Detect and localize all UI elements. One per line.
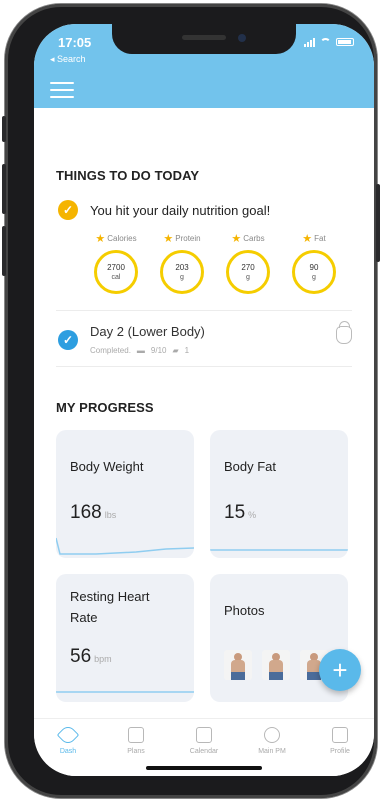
add-button[interactable]: + <box>319 649 361 691</box>
progress-photo-thumbnail[interactable] <box>262 650 290 680</box>
macro-unit: g <box>246 273 250 281</box>
power-button <box>376 184 380 262</box>
card-title: Body Fat <box>224 459 277 474</box>
macro-unit: g <box>312 273 316 281</box>
card-value-unit: lbs <box>104 510 117 520</box>
tab-profile[interactable]: Profile <box>311 719 369 776</box>
macro-ring: 203 g <box>160 250 204 294</box>
app-screen: 17:05 ◂ Search THINGS TO DO TODAY ✓ You … <box>34 24 374 776</box>
macro-ring: 90 g <box>292 250 336 294</box>
workout-comments: 1 <box>184 346 190 355</box>
menu-icon[interactable] <box>50 82 74 98</box>
nutrition-goal-message: You hit your daily nutrition goal! <box>90 203 271 218</box>
macro-value: 2700 <box>107 262 125 272</box>
tab-label: Calendar <box>189 748 219 755</box>
volume-down-button <box>2 226 6 276</box>
home-indicator <box>146 766 262 770</box>
kettlebell-icon <box>336 321 352 344</box>
card-title: Resting Heart Rate <box>70 589 150 625</box>
macro-unit: g <box>180 273 184 281</box>
resting-heart-rate-card[interactable]: Resting Heart Rate 56 bpm <box>56 574 194 702</box>
notch <box>112 24 296 54</box>
card-value: 56 bpm <box>70 646 112 668</box>
battery-icon <box>336 38 354 46</box>
workout-check-icon: ✓ <box>58 330 78 350</box>
dumbbell-icon: ▬ <box>136 346 145 355</box>
tab-label: Profile <box>330 748 350 755</box>
weight-trend-line <box>56 537 194 555</box>
calendar-icon <box>196 727 212 743</box>
card-value-unit: bpm <box>94 654 112 664</box>
goal-check-icon: ✓ <box>58 200 78 220</box>
macro-protein[interactable]: ★ Protein 203 g <box>156 232 208 294</box>
status-time: 17:05 <box>58 35 92 50</box>
progress-photos <box>224 650 328 680</box>
speaker-grille <box>182 35 226 40</box>
profile-icon <box>332 727 348 743</box>
status-icons <box>304 37 354 47</box>
macro-value: 90 <box>309 262 319 272</box>
macro-carbs[interactable]: ★ Carbs 270 g <box>222 232 274 294</box>
star-icon: ★ <box>95 233 106 245</box>
chat-icon <box>264 727 280 743</box>
card-value-number: 15 <box>224 502 246 523</box>
divider <box>56 310 352 311</box>
macro-label: Calories <box>107 234 137 243</box>
macro-unit: cal <box>111 273 121 281</box>
star-icon: ★ <box>302 233 313 245</box>
macro-ring: 270 g <box>226 250 270 294</box>
card-value: 15% <box>224 502 256 524</box>
card-value: 168 lbs <box>70 502 116 524</box>
macro-calories[interactable]: ★ Calories 2700 cal <box>90 232 142 294</box>
mute-switch <box>2 116 6 142</box>
card-title: Body Weight <box>70 459 144 474</box>
heart-rate-trend-line <box>56 691 194 693</box>
macro-label: Carbs <box>243 234 265 243</box>
body-weight-card[interactable]: Body Weight 168 lbs <box>56 430 194 558</box>
signal-icon <box>304 37 315 47</box>
dashboard-content: THINGS TO DO TODAY ✓ You hit your daily … <box>34 108 374 718</box>
card-title: Photos <box>224 603 265 618</box>
tab-label: Main PM <box>258 748 286 755</box>
front-camera <box>238 34 246 42</box>
back-to-search-link[interactable]: ◂ Search <box>50 54 86 65</box>
workout-sets: 9/10 <box>150 346 167 355</box>
macro-fat[interactable]: ★ Fat 90 g <box>288 232 340 294</box>
workout-status: Completed. ▬ 9/10 ▰ 1 <box>90 346 189 355</box>
body-fat-card[interactable]: Body Fat 15% <box>210 430 348 558</box>
my-progress-heading: MY PROGRESS <box>56 400 154 415</box>
macro-label: Fat <box>314 234 326 243</box>
divider <box>56 366 352 367</box>
workout-title[interactable]: Day 2 (Lower Body) <box>90 324 205 339</box>
card-value-number: 168 <box>70 502 102 523</box>
wifi-icon <box>320 38 331 46</box>
card-value-number: 56 <box>70 646 92 667</box>
macro-value: 203 <box>175 262 189 272</box>
macro-value: 270 <box>241 262 255 272</box>
tab-dash[interactable]: Dash <box>39 719 97 776</box>
macro-ring: 2700 cal <box>94 250 138 294</box>
macro-label: Protein <box>175 234 201 243</box>
comment-icon: ▰ <box>172 346 179 355</box>
tab-label: Dash <box>59 748 77 755</box>
plans-icon <box>128 727 144 743</box>
body-fat-trend-line <box>210 549 348 551</box>
dash-icon <box>56 723 80 747</box>
things-to-do-heading: THINGS TO DO TODAY <box>56 168 200 183</box>
tab-label: Plans <box>127 748 145 755</box>
star-icon: ★ <box>163 233 174 245</box>
card-value-unit: % <box>248 510 257 520</box>
volume-up-button <box>2 164 6 214</box>
star-icon: ★ <box>231 233 242 245</box>
workout-status-text: Completed. <box>90 346 131 355</box>
progress-photo-thumbnail[interactable] <box>224 650 252 680</box>
